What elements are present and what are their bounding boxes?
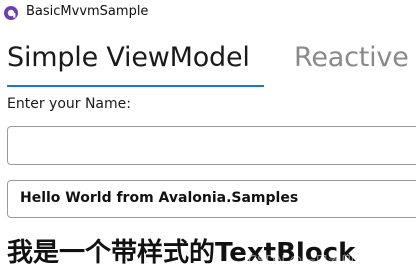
tab-reactive[interactable]: Reactive <box>294 42 409 73</box>
name-input[interactable] <box>7 126 416 165</box>
greeting-box: Hello World from Avalonia.Samples <box>7 180 416 218</box>
title-bar[interactable]: BasicMvvmSample <box>0 0 416 26</box>
greeting-text: Hello World from Avalonia.Samples <box>20 190 299 206</box>
watermark: CSDN @一只麦兜的小小IT技术 <box>248 254 416 269</box>
tab-strip: Simple ViewModel Reactive <box>0 38 416 92</box>
name-label: Enter your Name: <box>7 96 131 112</box>
selected-tab-indicator <box>7 85 264 87</box>
tab-simple-viewmodel[interactable]: Simple ViewModel <box>7 42 250 73</box>
app-window: BasicMvvmSample Simple ViewModel Reactiv… <box>0 0 416 277</box>
avalonia-logo-icon <box>4 6 18 20</box>
window-title: BasicMvvmSample <box>26 4 149 19</box>
